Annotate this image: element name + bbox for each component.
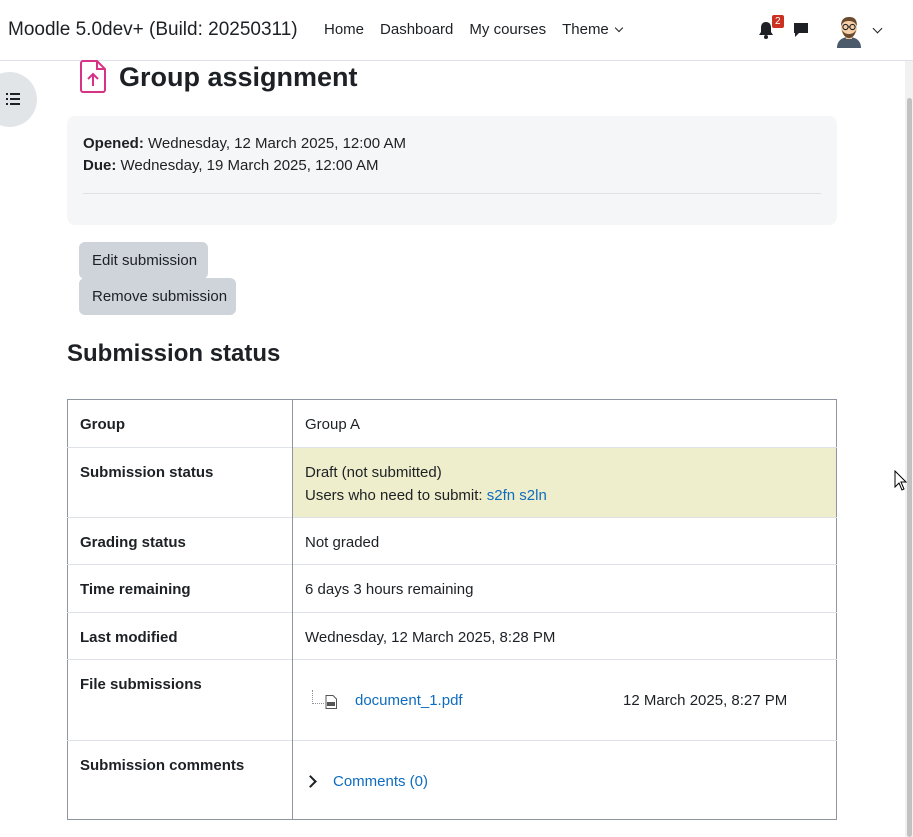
nav-theme-label: Theme bbox=[562, 21, 609, 38]
page-title: Group assignment bbox=[119, 62, 358, 92]
row-value-file-submissions: document_1.pdf 12 March 2025, 8:27 PM bbox=[292, 659, 837, 741]
nav-my-courses[interactable]: My courses bbox=[469, 21, 546, 38]
scrollbar-thumb[interactable] bbox=[907, 98, 912, 837]
submission-status-text: Draft (not submitted) bbox=[305, 464, 442, 481]
due-date: Due: Wednesday, 19 March 2025, 12:00 AM bbox=[83, 157, 378, 174]
row-label-submission-status: Submission status bbox=[67, 447, 293, 518]
row-label-submission-comments: Submission comments bbox=[67, 740, 293, 820]
row-label-group: Group bbox=[67, 399, 293, 448]
nav-home[interactable]: Home bbox=[324, 21, 364, 38]
course-index-toggle[interactable] bbox=[0, 72, 37, 127]
due-value: Wednesday, 19 March 2025, 12:00 AM bbox=[120, 157, 379, 174]
submission-status-table: Group Group A Submission status Draft (n… bbox=[67, 399, 837, 820]
due-label: Due: bbox=[83, 157, 117, 174]
submission-status-heading: Submission status bbox=[67, 340, 281, 367]
users-need-submit-label: Users who need to submit: bbox=[305, 487, 483, 504]
opened-value: Wednesday, 12 March 2025, 12:00 AM bbox=[148, 135, 406, 152]
nav-theme-menu[interactable]: Theme bbox=[562, 21, 624, 38]
nav-dashboard[interactable]: Dashboard bbox=[380, 21, 453, 38]
remove-submission-button[interactable]: Remove submission bbox=[79, 278, 236, 315]
opened-date: Opened: Wednesday, 12 March 2025, 12:00 … bbox=[83, 135, 406, 152]
users-need-submit: Users who need to submit: s2fn s2ln bbox=[305, 487, 824, 504]
row-label-file-submissions: File submissions bbox=[67, 659, 293, 741]
file-link[interactable]: document_1.pdf bbox=[355, 692, 463, 709]
mouse-cursor-icon bbox=[894, 470, 908, 491]
table-row: Last modified Wednesday, 12 March 2025, … bbox=[67, 612, 837, 660]
assignment-upload-icon bbox=[80, 60, 106, 93]
comments-toggle-area: Comments (0) bbox=[293, 741, 836, 819]
site-name[interactable]: Moodle 5.0dev+ (Build: 20250311) bbox=[8, 19, 298, 41]
table-row: Time remaining 6 days 3 hours remaining bbox=[67, 564, 837, 613]
file-tree: document_1.pdf 12 March 2025, 8:27 PM bbox=[293, 660, 836, 740]
tree-connector bbox=[312, 690, 324, 704]
table-row: File submissions document_1.pdf 12 March… bbox=[67, 659, 837, 741]
row-value-group: Group A bbox=[305, 416, 361, 433]
row-value-time-remaining: 6 days 3 hours remaining bbox=[292, 564, 837, 613]
row-value-submission-status: Draft (not submitted) Users who need to … bbox=[292, 447, 837, 518]
primary-navigation: Home Dashboard My courses Theme bbox=[324, 21, 638, 38]
row-value-grading-status: Not graded bbox=[292, 517, 837, 565]
opened-label: Opened: bbox=[83, 135, 144, 152]
row-value-last-modified: Wednesday, 12 March 2025, 8:28 PM bbox=[292, 612, 837, 660]
user-avatar[interactable] bbox=[833, 14, 865, 48]
chevron-down-icon[interactable] bbox=[872, 23, 883, 34]
row-label-last-modified: Last modified bbox=[67, 612, 293, 660]
list-icon bbox=[6, 93, 20, 105]
notification-count-badge: 2 bbox=[772, 15, 784, 28]
table-row: Group Group A bbox=[67, 399, 837, 448]
top-navbar: Moodle 5.0dev+ (Build: 20250311) Home Da… bbox=[0, 0, 913, 61]
chevron-down-icon bbox=[614, 23, 624, 33]
table-row: Grading status Not graded bbox=[67, 517, 837, 565]
chevron-right-icon[interactable] bbox=[304, 775, 317, 788]
row-value-submission-comments: Comments (0) bbox=[292, 740, 837, 820]
file-date: 12 March 2025, 8:27 PM bbox=[623, 692, 788, 709]
pdf-file-icon bbox=[325, 695, 337, 709]
user-link[interactable]: s2fn s2ln bbox=[487, 487, 547, 504]
activity-dates: Opened: Wednesday, 12 March 2025, 12:00 … bbox=[67, 116, 837, 225]
table-row: Submission comments Comments (0) bbox=[67, 740, 837, 820]
table-row: Submission status Draft (not submitted) … bbox=[67, 447, 837, 518]
divider bbox=[83, 193, 821, 194]
comments-link[interactable]: Comments (0) bbox=[333, 773, 428, 790]
chat-icon[interactable] bbox=[792, 21, 810, 39]
row-label-time-remaining: Time remaining bbox=[67, 564, 293, 613]
row-label-grading-status: Grading status bbox=[67, 517, 293, 565]
edit-submission-button[interactable]: Edit submission bbox=[79, 242, 208, 279]
